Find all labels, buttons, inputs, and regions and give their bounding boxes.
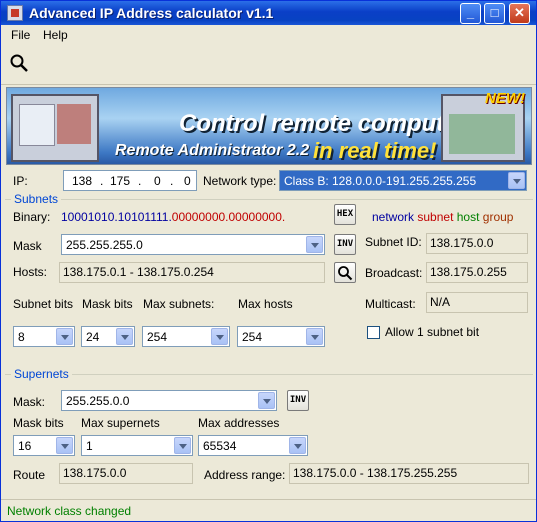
magnifier-icon bbox=[338, 266, 353, 281]
status-bar: Network class changed bbox=[1, 499, 536, 521]
menu-help[interactable]: Help bbox=[43, 28, 68, 42]
binary-host-part: 00000000.00000000. bbox=[171, 210, 286, 224]
subnet-mask-select[interactable]: 255.255.255.0 bbox=[61, 234, 325, 255]
subnet-bits-value: 8 bbox=[18, 330, 25, 344]
subnet-bits-select[interactable]: 8 bbox=[13, 326, 75, 347]
banner-product: Remote Administrator 2.2 bbox=[115, 142, 310, 159]
binary-network-part: 10001010.10101111. bbox=[61, 210, 172, 224]
window-title: Advanced IP Address calculator v1.1 bbox=[29, 5, 274, 21]
hosts-range-value: 138.175.0.1 - 138.175.0.254 bbox=[59, 262, 325, 283]
find-hosts-button[interactable] bbox=[334, 262, 356, 283]
max-hosts-value: 254 bbox=[242, 330, 263, 344]
chevron-down-icon[interactable] bbox=[306, 236, 323, 253]
supernet-mask-select[interactable]: 255.255.0.0 bbox=[61, 390, 277, 411]
banner-headline: Control remote computers bbox=[179, 110, 481, 137]
route-value: 138.175.0.0 bbox=[59, 463, 193, 484]
banner-screenshot-left bbox=[11, 94, 99, 162]
network-type-value: Class B: 128.0.0.0-191.255.255.255 bbox=[284, 174, 477, 188]
chevron-down-icon[interactable] bbox=[174, 437, 191, 454]
color-legend: network subnet host group bbox=[372, 210, 513, 224]
subnets-group-title: Subnets bbox=[11, 192, 62, 206]
broadcast-value: 138.175.0.255 bbox=[426, 262, 528, 283]
chevron-down-icon[interactable] bbox=[116, 328, 133, 345]
supernet-mask-bits-value: 16 bbox=[18, 439, 32, 453]
subnet-id-label: Subnet ID: bbox=[365, 235, 422, 249]
ip-octet-3[interactable]: 0 bbox=[154, 174, 161, 188]
network-type-label: Network type: bbox=[203, 174, 277, 188]
app-icon bbox=[7, 5, 23, 21]
close-button[interactable]: ✕ bbox=[509, 3, 530, 24]
legend-host: host bbox=[456, 210, 480, 224]
menu-bar: File Help bbox=[1, 25, 536, 45]
chevron-down-icon[interactable] bbox=[306, 328, 323, 345]
mask-bits-label: Mask bits bbox=[82, 297, 133, 311]
app-window: Advanced IP Address calculator v1.1 _ □ … bbox=[0, 0, 537, 522]
legend-network: network bbox=[372, 210, 415, 224]
title-bar[interactable]: Advanced IP Address calculator v1.1 _ □ … bbox=[1, 1, 536, 25]
chevron-down-icon[interactable] bbox=[289, 437, 306, 454]
supernets-group: Supernets bbox=[5, 367, 533, 381]
allow-subnet-bit-label: Allow 1 subnet bit bbox=[385, 325, 480, 339]
supernet-mask-value: 255.255.0.0 bbox=[66, 394, 130, 408]
mask-bits-value: 24 bbox=[86, 330, 100, 344]
subnet-id-value: 138.175.0.0 bbox=[426, 233, 528, 254]
max-subnets-label: Max subnets: bbox=[143, 297, 215, 311]
max-addresses-label: Max addresses bbox=[198, 416, 280, 430]
legend-subnet: subnet bbox=[417, 210, 454, 224]
hex-button[interactable]: HEX bbox=[334, 204, 356, 225]
supernet-mask-bits-label: Mask bits bbox=[13, 416, 64, 430]
allow-subnet-bit-checkbox[interactable] bbox=[367, 326, 380, 339]
ip-address-input[interactable]: 138 . 175 . 0 . 0 bbox=[63, 170, 197, 191]
ip-octet-4[interactable]: 0 bbox=[184, 174, 191, 188]
binary-label: Binary: bbox=[13, 210, 51, 224]
chevron-down-icon[interactable] bbox=[56, 328, 73, 345]
legend-group: group bbox=[482, 210, 514, 224]
maximize-button[interactable]: □ bbox=[484, 3, 505, 24]
address-range-label: Address range: bbox=[204, 468, 286, 482]
chevron-down-icon[interactable] bbox=[211, 328, 228, 345]
subnet-mask-value: 255.255.255.0 bbox=[66, 238, 143, 252]
mask-label: Mask bbox=[13, 239, 42, 253]
binary-value: 10001010.10101111.00000000.00000000. bbox=[61, 210, 285, 224]
supernet-inv-button[interactable]: INV bbox=[287, 390, 309, 411]
banner-tagline: in real time! bbox=[313, 138, 437, 163]
max-supernets-label: Max supernets bbox=[81, 416, 160, 430]
ad-banner[interactable]: Control remote computers Remote Administ… bbox=[6, 87, 532, 165]
supernet-mask-label: Mask: bbox=[13, 395, 46, 409]
subnet-bits-label: Subnet bits bbox=[13, 297, 74, 311]
network-type-select[interactable]: Class B: 128.0.0.0-191.255.255.255 bbox=[279, 170, 527, 191]
broadcast-label: Broadcast: bbox=[365, 266, 423, 280]
chevron-down-icon[interactable] bbox=[258, 392, 275, 409]
toolbar bbox=[1, 45, 536, 85]
multicast-label: Multicast: bbox=[365, 297, 416, 311]
multicast-value: N/A bbox=[426, 292, 528, 313]
subnets-group: Subnets bbox=[5, 192, 533, 206]
max-supernets-select[interactable]: 1 bbox=[81, 435, 193, 456]
ip-octet-2[interactable]: 175 bbox=[110, 174, 130, 188]
search-icon[interactable] bbox=[9, 53, 29, 73]
max-subnets-value: 254 bbox=[147, 330, 168, 344]
supernets-group-title: Supernets bbox=[11, 367, 72, 381]
ip-octet-1[interactable]: 138 bbox=[72, 174, 92, 188]
route-label: Route bbox=[13, 468, 46, 482]
max-hosts-label: Max hosts bbox=[238, 297, 293, 311]
chevron-down-icon[interactable] bbox=[56, 437, 73, 454]
max-addresses-value: 65534 bbox=[203, 439, 237, 453]
max-hosts-select[interactable]: 254 bbox=[237, 326, 325, 347]
menu-file[interactable]: File bbox=[11, 28, 30, 42]
inv-button[interactable]: INV bbox=[334, 234, 356, 255]
address-range-value: 138.175.0.0 - 138.175.255.255 bbox=[289, 463, 529, 484]
max-subnets-select[interactable]: 254 bbox=[142, 326, 230, 347]
max-addresses-select[interactable]: 65534 bbox=[198, 435, 308, 456]
max-supernets-value: 1 bbox=[86, 439, 93, 453]
banner-new-badge: NEW! bbox=[485, 90, 525, 107]
ip-label: IP: bbox=[13, 174, 28, 188]
minimize-button[interactable]: _ bbox=[460, 3, 481, 24]
hosts-label: Hosts: bbox=[13, 265, 48, 279]
chevron-down-icon[interactable] bbox=[508, 172, 525, 189]
supernet-mask-bits-select[interactable]: 16 bbox=[13, 435, 75, 456]
mask-bits-select[interactable]: 24 bbox=[81, 326, 135, 347]
